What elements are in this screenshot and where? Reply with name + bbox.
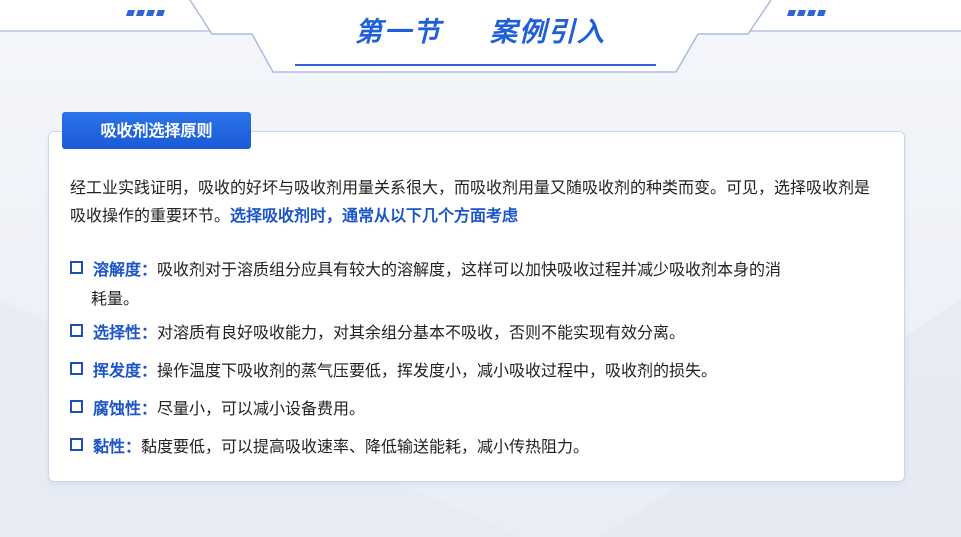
- list-item: 溶解度：吸收剂对于溶质组分应具有较大的溶解度，这样可以加快吸收过程并减少吸收剂本…: [70, 255, 880, 313]
- list-item: 腐蚀性：尽量小，可以减小设备费用。: [70, 394, 880, 423]
- square-bullet-icon: [70, 324, 83, 337]
- title-part1: 第一节: [355, 17, 442, 48]
- title-part2: 案例引入: [490, 17, 606, 48]
- item-term: 腐蚀性：: [93, 399, 158, 418]
- item-text: 操作温度下吸收剂的蒸气压要低，挥发度小，减小吸收过程中，吸收剂的损失。: [157, 361, 718, 380]
- item-text: 对溶质有良好吸收能力，对其余组分基本不吸收，否则不能实现有效分离。: [157, 323, 686, 342]
- intro-highlight: 选择吸收剂时，通常从以下几个方面考虑: [230, 206, 519, 225]
- list-item: 挥发度：操作温度下吸收剂的蒸气压要低，挥发度小，减小吸收过程中，吸收剂的损失。: [70, 356, 880, 385]
- list-item: 黏性：黏度要低，可以提高吸收速率、降低输送能耗，减小传热阻力。: [70, 432, 880, 461]
- item-term: 溶解度：: [93, 260, 158, 279]
- item-text-continued: 耗量。: [91, 289, 140, 308]
- item-text: 黏度要低，可以提高吸收速率、降低输送能耗，减小传热阻力。: [141, 437, 590, 456]
- item-text: 尽量小，可以减小设备费用。: [157, 399, 366, 418]
- item-term: 选择性：: [93, 323, 158, 342]
- square-bullet-icon: [70, 261, 83, 274]
- item-text: 吸收剂对于溶质组分应具有较大的溶解度，这样可以加快吸收过程并减少吸收剂本身的消: [157, 260, 782, 279]
- item-term: 挥发度：: [93, 361, 158, 380]
- square-bullet-icon: [70, 438, 83, 451]
- list-item: 选择性：对溶质有良好吸收能力，对其余组分基本不吸收，否则不能实现有效分离。: [70, 318, 880, 347]
- page-title: 第一节 案例引入: [0, 10, 961, 49]
- item-term: 黏性：: [93, 437, 142, 456]
- section-tag: 吸收剂选择原则: [62, 112, 251, 149]
- intro-paragraph: 经工业实践证明，吸收的好坏与吸收剂用量关系很大，而吸收剂用量又随吸收剂的种类而变…: [70, 174, 885, 230]
- square-bullet-icon: [70, 362, 83, 375]
- square-bullet-icon: [70, 400, 83, 413]
